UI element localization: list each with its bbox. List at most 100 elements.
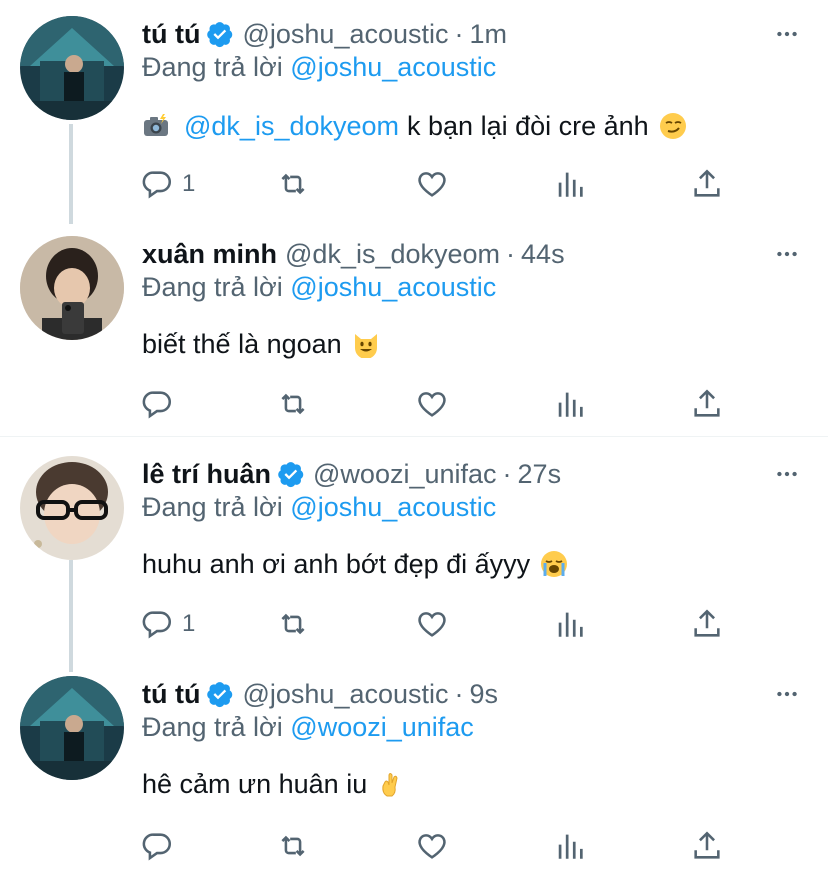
handle[interactable]: @woozi_unifac [313,459,497,490]
share-button[interactable] [690,826,724,866]
reply-icon [142,611,172,639]
tweet-header: xuân minh @dk_is_dokyeom · 44s [142,234,565,274]
crossed-fingers-icon [382,773,398,797]
tweet-text-content: huhu anh ơi anh bớt đẹp đi ấyyy [142,548,531,579]
display-name[interactable]: tú tú [142,679,200,710]
replying-to-label: Đang trả lời [142,712,283,742]
analytics-button[interactable] [553,826,587,866]
verified-badge-icon [207,682,233,708]
tweet-actions: 1 [140,164,740,204]
more-icon [777,471,797,477]
avatar[interactable] [20,236,124,340]
tweet-text-content: hê cảm ưn huân iu [142,768,368,799]
replying-to: Đang trả lời @joshu_acoustic [142,492,496,523]
verified-badge-icon [207,22,233,48]
replying-to-label: Đang trả lời [142,272,283,302]
tweet[interactable]: xuân minh @dk_is_dokyeom · 44s Đang trả … [0,220,828,436]
analytics-icon [558,392,583,417]
reply-icon [142,171,172,199]
retweet-button[interactable] [276,826,310,866]
handle[interactable]: @dk_is_dokyeom [285,239,500,270]
tweet-text: hê cảm ưn huân iu [142,764,405,804]
share-icon [694,169,720,197]
display-name[interactable]: lê trí huân [142,459,271,490]
reply-button[interactable]: 1 [140,164,195,204]
tweet-actions [140,384,740,424]
tweet[interactable]: tú tú @joshu_acoustic · 9s Đang trả lời … [0,660,828,872]
like-button[interactable] [415,604,449,644]
reply-button[interactable] [140,826,182,866]
tweet-text-content: biết thế là ngoan [142,328,342,359]
reply-icon [142,833,172,861]
avatar[interactable] [20,456,124,560]
replying-to-link[interactable]: @joshu_acoustic [290,492,496,522]
share-button[interactable] [690,604,724,644]
retweet-icon [281,173,305,195]
display-name[interactable]: tú tú [142,19,200,50]
tweet-text: @dk_is_dokyeom k bạn lại đòi cre ảnh [142,106,687,146]
analytics-icon [558,612,583,637]
like-button[interactable] [415,164,449,204]
avatar[interactable] [20,16,124,120]
analytics-button[interactable] [553,384,587,424]
reply-count: 1 [182,610,196,637]
more-icon [777,251,797,257]
replying-to: Đang trả lời @woozi_unifac [142,712,474,743]
replying-to: Đang trả lời @joshu_acoustic [142,272,496,303]
more-options-button[interactable] [774,14,800,54]
share-button[interactable] [690,384,724,424]
separator-dot: · [506,238,516,269]
share-icon [694,831,720,859]
replying-to-label: Đang trả lời [142,52,283,82]
replying-to-link[interactable]: @joshu_acoustic [290,272,496,302]
analytics-button[interactable] [553,164,587,204]
handle[interactable]: @joshu_acoustic [242,19,448,50]
like-button[interactable] [415,384,449,424]
timestamp[interactable]: 44s [521,239,565,270]
tweet[interactable]: tú tú @joshu_acoustic · 1m Đang trả lời … [0,0,828,220]
separator-dot: · [454,18,464,49]
camera-flash-icon [144,114,168,136]
separator-dot: · [454,678,464,709]
timestamp[interactable]: 9s [470,679,499,710]
tweet-actions [140,826,740,866]
share-button[interactable] [690,164,724,204]
separator-dot: · [502,458,512,489]
timestamp[interactable]: 27s [518,459,562,490]
reply-icon [142,391,172,419]
grinning-cat-icon [354,334,377,358]
heart-icon [418,392,446,417]
retweet-button[interactable] [276,384,310,424]
analytics-button[interactable] [553,604,587,644]
display-name[interactable]: xuân minh [142,239,277,270]
mention-link[interactable]: @dk_is_dokyeom [184,111,399,142]
tweet-divider [0,436,828,437]
tweet[interactable]: lê trí huân @woozi_unifac · 27s Đang trả… [0,440,828,660]
more-options-button[interactable] [774,454,800,494]
heart-icon [418,612,446,637]
replying-to-label: Đang trả lời [142,492,283,522]
tweet-header: tú tú @joshu_acoustic · 9s [142,674,498,714]
tweet-actions: 1 [140,604,740,644]
retweet-button[interactable] [276,604,310,644]
replying-to-link[interactable]: @joshu_acoustic [290,52,496,82]
reply-button[interactable]: 1 [140,604,195,644]
timestamp[interactable]: 1m [470,19,508,50]
replying-to-link[interactable]: @woozi_unifac [290,712,474,742]
smirking-face-icon [659,113,686,139]
more-options-button[interactable] [774,234,800,274]
reply-button[interactable] [140,384,182,424]
analytics-icon [558,172,583,197]
reply-count: 1 [182,170,196,197]
avatar[interactable] [20,676,124,780]
share-icon [694,389,720,417]
tweet-header: lê trí huân @woozi_unifac · 27s [142,454,561,494]
analytics-icon [558,834,583,859]
more-icon [777,31,797,37]
handle[interactable]: @joshu_acoustic [242,679,448,710]
retweet-button[interactable] [276,164,310,204]
more-options-button[interactable] [774,674,800,714]
like-button[interactable] [415,826,449,866]
tweet-text-content: k bạn lại đòi cre ảnh [407,110,649,141]
tweet-header: tú tú @joshu_acoustic · 1m [142,14,507,54]
